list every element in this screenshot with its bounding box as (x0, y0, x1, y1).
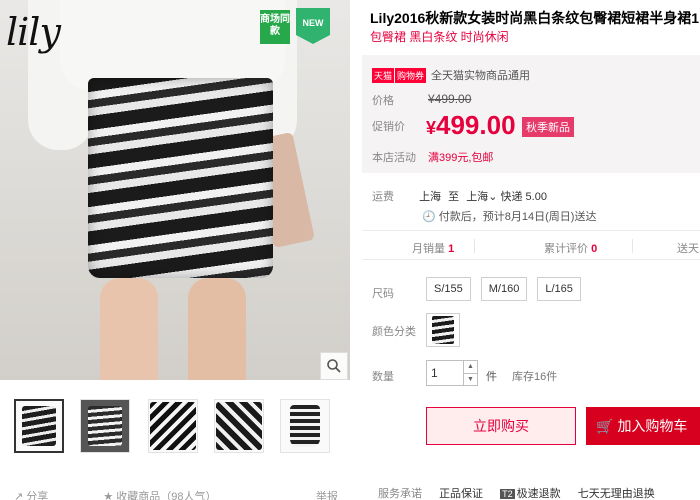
ship-method: 快递 5.00 (500, 191, 547, 203)
ship-from: 上海 (419, 191, 442, 203)
sales-stats: 月销量 1 累计评价 0 送天 (362, 230, 700, 260)
add-to-cart-button[interactable]: 🛒 加入购物车 (586, 407, 700, 445)
t2-tag: T2 (500, 489, 515, 499)
color-label: 颜色分类 (372, 326, 416, 338)
quantity-input[interactable] (426, 360, 464, 386)
product-subtitle: 包臀裙 黑白条纹 时尚休闲 (370, 30, 509, 44)
coupon-tag: 购物券 (395, 67, 427, 83)
quantity-stepper: ▲ ▼ (464, 360, 478, 386)
price-box: 天猫 购物券 全天猫实物商品通用 价格 ¥499.00 促销价 ¥499.00 … (362, 55, 700, 173)
size-option-l[interactable]: L/165 (537, 277, 581, 301)
size-options: S/155 M/160 L/165 (426, 277, 581, 301)
coupon-text: 全天猫实物商品通用 (431, 70, 531, 82)
thumbnail-5[interactable] (280, 399, 330, 453)
season-tag: 秋季新品 (522, 117, 574, 137)
monthly-sales: 月销量 1 (412, 243, 455, 255)
color-swatch-image (432, 316, 454, 344)
thumbnail-1[interactable] (14, 399, 64, 453)
size-option-s[interactable]: S/155 (426, 277, 471, 301)
store-promo[interactable]: 满399元,包邮 (428, 149, 493, 165)
delivery-estimate: 🕘 付款后，预计8月14日(周日)送达 (422, 211, 597, 223)
shipping-label: 运费 (372, 191, 394, 203)
new-badge: NEW (296, 8, 330, 44)
mall-same-style-badge: 商场同款 (260, 10, 290, 44)
promo-price: ¥499.00 (426, 110, 516, 140)
brand-logo: lily (6, 10, 61, 54)
original-price: ¥499.00 (428, 92, 472, 106)
gift-points: 送天 (677, 243, 699, 255)
tmall-tag: 天猫 (372, 67, 395, 83)
favorite-link[interactable]: ★ 收藏商品（98人气） (103, 491, 242, 500)
thumbnail-strip (14, 399, 330, 453)
thumbnail-4[interactable] (214, 399, 264, 453)
quantity-unit: 件 (486, 371, 497, 383)
service-seven-day-return[interactable]: 七天无理由退换 (578, 488, 655, 500)
product-title: Lily2016秋新款女装时尚黑白条纹包臀裙短裙半身裙1 (370, 10, 700, 26)
cart-icon: 🛒 (596, 417, 614, 434)
color-option[interactable] (426, 313, 460, 347)
striped-skirt (88, 78, 273, 278)
size-label: 尺码 (372, 288, 394, 300)
model-right-leg (188, 278, 246, 380)
service-promise-row: 服务承诺 正品保证 T2 极速退款 七天无理由退换 (378, 485, 700, 500)
search-icon (327, 359, 341, 373)
ship-to-word: 至 (448, 191, 460, 203)
divider (474, 239, 475, 253)
thumbnail-2[interactable] (80, 399, 130, 453)
divider (632, 239, 633, 253)
thumbnail-3[interactable] (148, 399, 198, 453)
ship-destination-dropdown[interactable]: 上海⌄ (466, 191, 497, 203)
service-fast-refund[interactable]: T2 极速退款 (500, 488, 561, 500)
clock-icon: 🕘 (422, 211, 436, 223)
share-link[interactable]: ↗ 分享 (14, 491, 74, 500)
tmall-coupon-row: 天猫 购物券 全天猫实物商品通用 (372, 67, 530, 83)
quantity-decrease-button[interactable]: ▼ (464, 374, 477, 387)
review-count[interactable]: 累计评价 0 (544, 240, 597, 256)
main-product-image[interactable]: lily 商场同款 NEW (0, 0, 350, 380)
report-link[interactable]: 举报 (316, 488, 338, 500)
product-info-panel: Lily2016秋新款女装时尚黑白条纹包臀裙短裙半身裙1 包臀裙 黑白条纹 时尚… (362, 0, 700, 500)
store-activity-label: 本店活动 (372, 152, 416, 164)
stock-count: 库存16件 (512, 371, 558, 383)
promo-price-label: 促销价 (372, 121, 405, 133)
buy-now-button[interactable]: 立即购买 (426, 407, 576, 445)
size-option-m[interactable]: M/160 (480, 277, 528, 301)
chevron-down-icon: ⌄ (488, 191, 498, 203)
shipping-row: 运费 上海 至 上海⌄ 快递 5.00 (372, 188, 700, 204)
zoom-button[interactable] (320, 352, 348, 380)
service-genuine[interactable]: 正品保证 (439, 488, 483, 500)
quantity-label: 数量 (372, 371, 394, 383)
quantity-increase-button[interactable]: ▲ (464, 361, 477, 374)
price-label: 价格 (372, 95, 394, 107)
service-label: 服务承诺 (378, 488, 422, 500)
share-bar: ↗ 分享 ★ 收藏商品（98人气） 举报 (14, 488, 354, 500)
model-left-leg (100, 278, 158, 380)
model-shirt (60, 0, 285, 90)
